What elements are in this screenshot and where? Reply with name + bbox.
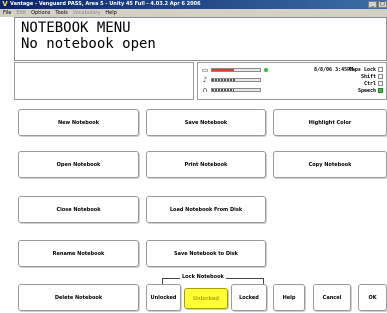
- unlocked-button[interactable]: Unlocked: [146, 284, 181, 311]
- save-notebook-to-disk-button[interactable]: Save Notebook to Disk: [146, 240, 266, 267]
- ctrl-box: [378, 81, 383, 86]
- battery-level-bar: [211, 68, 261, 72]
- delete-notebook-button[interactable]: Delete Notebook: [18, 284, 139, 311]
- highlight-color-button[interactable]: Highlight Color: [273, 109, 387, 136]
- volume-meter: ♪: [201, 76, 261, 84]
- caps-lock-box: [378, 67, 383, 72]
- open-notebook-button[interactable]: Open Notebook: [18, 151, 139, 178]
- rename-notebook-button[interactable]: Rename Notebook: [18, 240, 139, 267]
- menu-file[interactable]: File: [3, 9, 11, 17]
- message-line-1: NOTEBOOK MENU: [21, 20, 131, 36]
- close-notebook-button[interactable]: Close Notebook: [18, 196, 139, 223]
- title-bar: V Vantage - Vanguard PASS, Area 5 - Unit…: [0, 0, 387, 9]
- window-controls: _ □: [368, 1, 387, 8]
- shift-indicator: Shift: [313, 73, 383, 80]
- ok-button[interactable]: OK: [358, 284, 387, 311]
- locked-button[interactable]: Locked: [231, 284, 267, 311]
- lock-indicators: Caps Lock Shift Ctrl Speech: [313, 66, 383, 94]
- message-window[interactable]: NOTEBOOK MENU No notebook open: [14, 17, 387, 61]
- speech-box: [378, 88, 383, 93]
- cancel-button[interactable]: Cancel: [313, 284, 351, 311]
- status-panel-right: ▭ ♪ ∩ 8/8/06 3:45PM Caps Lock Shift Ctrl: [197, 62, 387, 100]
- message-line-2: No notebook open: [21, 36, 156, 52]
- battery-meter: ▭: [201, 66, 268, 74]
- menu-help[interactable]: Help: [105, 9, 116, 17]
- menu-edit[interactable]: Edit: [16, 9, 26, 17]
- caps-lock-indicator: Caps Lock: [313, 66, 383, 73]
- maximize-button[interactable]: □: [378, 1, 387, 8]
- shift-box: [378, 74, 383, 79]
- menu-options[interactable]: Options: [31, 9, 50, 17]
- help-button[interactable]: Help: [273, 284, 305, 311]
- status-row: ▭ ♪ ∩ 8/8/06 3:45PM Caps Lock Shift Ctrl: [14, 62, 387, 100]
- headphone-level-bar: [211, 88, 261, 92]
- app-logo-icon: V: [2, 0, 8, 8]
- save-notebook-button[interactable]: Save Notebook: [146, 109, 266, 136]
- menu-bar: File Edit Options Tools Vocabulary Help: [0, 9, 387, 17]
- copy-notebook-button[interactable]: Copy Notebook: [273, 151, 387, 178]
- new-notebook-button[interactable]: New Notebook: [18, 109, 139, 136]
- print-notebook-button[interactable]: Print Notebook: [146, 151, 266, 178]
- menu-vocabulary[interactable]: Vocabulary: [73, 9, 101, 17]
- minimize-button[interactable]: _: [368, 1, 377, 8]
- load-notebook-from-disk-button[interactable]: Load Notebook From Disk: [146, 196, 266, 223]
- window-title: Vantage - Vanguard PASS, Area 5 - Unity …: [10, 1, 201, 7]
- status-panel-left: [14, 62, 194, 100]
- speech-indicator: Speech: [313, 87, 383, 94]
- headphone-meter: ∩: [201, 86, 261, 94]
- unlocked-selected-button[interactable]: Unlocked: [184, 288, 228, 309]
- headphones-icon: ∩: [202, 86, 208, 94]
- menu-tools[interactable]: Tools: [55, 9, 67, 17]
- battery-status-dot: [264, 68, 268, 72]
- battery-icon: ▭: [201, 66, 209, 74]
- lock-notebook-group-title: Lock Notebook: [180, 274, 226, 281]
- speaker-icon: ♪: [202, 76, 208, 84]
- volume-level-bar: [211, 78, 261, 82]
- ctrl-indicator: Ctrl: [313, 80, 383, 87]
